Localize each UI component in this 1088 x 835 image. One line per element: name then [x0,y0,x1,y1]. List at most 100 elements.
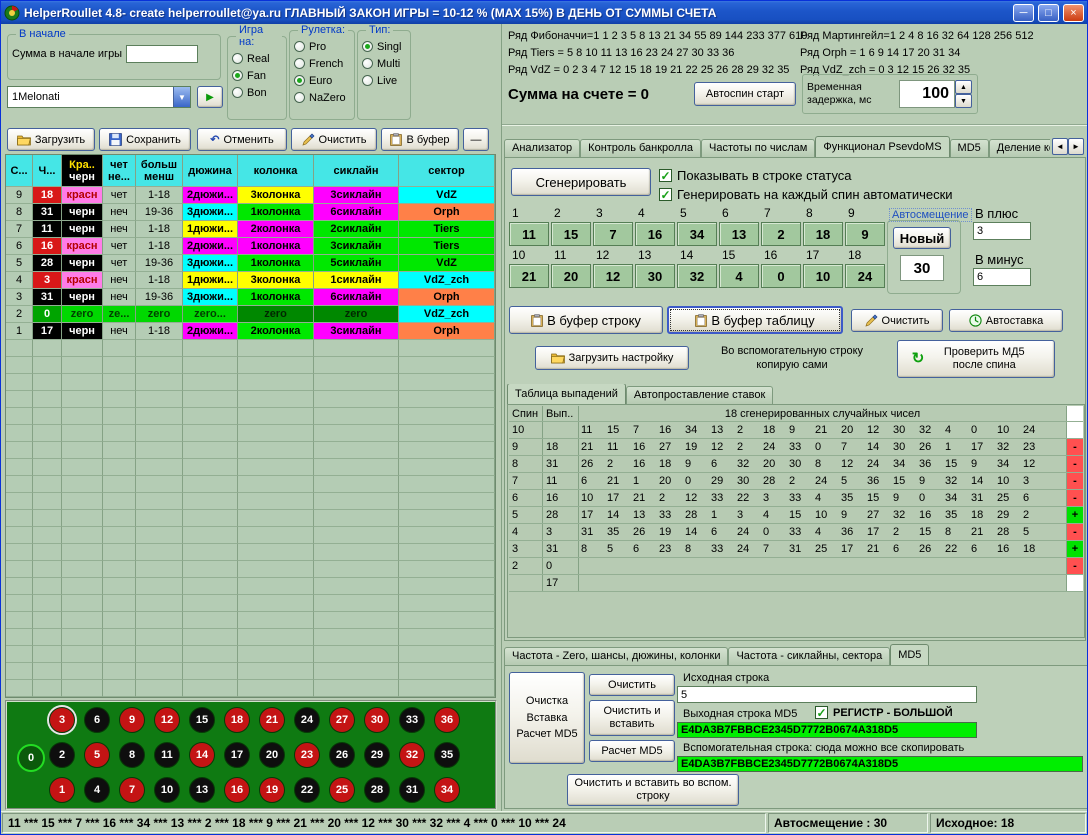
grid-value[interactable]: 24 [845,264,885,288]
history-row[interactable] [6,663,495,680]
board-number-3[interactable]: 3 [49,707,75,733]
history-row[interactable] [6,578,495,595]
close-button[interactable]: × [1063,4,1084,22]
history-row[interactable] [6,459,495,476]
board-number-15[interactable]: 15 [189,707,215,733]
board-number-1[interactable]: 1 [49,777,75,803]
grid-value[interactable]: 15 [551,222,591,246]
board-number-9[interactable]: 9 [119,707,145,733]
grid-value[interactable]: 20 [551,264,591,288]
board-number-4[interactable]: 4 [84,777,110,803]
spin-row[interactable]: 71162112002930282245361593214103- [509,473,1083,490]
board-number-34[interactable]: 34 [434,777,460,803]
grid-value[interactable]: 16 [635,222,675,246]
tab-scroll-right-icon[interactable]: ► [1068,138,1084,155]
board-number-30[interactable]: 30 [364,707,390,733]
history-row[interactable] [6,527,495,544]
radio-option-bon[interactable]: Bon [232,84,282,101]
board-number-20[interactable]: 20 [259,742,285,768]
md5-combo-button[interactable]: Очистка Вставка Расчет MD5 [509,672,585,764]
history-row[interactable] [6,680,495,697]
history-row[interactable] [6,374,495,391]
clear-right-button[interactable]: Очистить [851,309,943,332]
md5-clear-aux-button[interactable]: Очистить и вставить во вспом. строку [567,774,739,806]
clear-button[interactable]: Очистить [291,128,377,151]
spinner-up-icon[interactable]: ▲ [955,80,972,94]
radio-option-live[interactable]: Live [362,72,406,89]
board-number-25[interactable]: 25 [329,777,355,803]
grid-value[interactable]: 21 [509,264,549,288]
history-row[interactable] [6,595,495,612]
history-row[interactable] [6,476,495,493]
grid-value[interactable]: 9 [845,222,885,246]
board-number-14[interactable]: 14 [189,742,215,768]
board-number-13[interactable]: 13 [189,777,215,803]
history-row[interactable]: 43красннеч1-181дюжи...3колонка1сиклайнVd… [6,272,495,289]
chevron-down-icon[interactable]: ▼ [173,87,190,107]
preset-combobox[interactable]: 1Melonati ▼ [7,86,191,108]
spin-row[interactable]: 20- [509,558,1083,575]
radio-option-nazero[interactable]: NaZero [294,89,350,106]
main-tab-3[interactable]: Частоты по числам [701,139,815,157]
history-row[interactable]: 711черннеч1-181дюжи...2колонка2сиклайнTi… [6,221,495,238]
grid-value[interactable]: 2 [761,222,801,246]
load-button[interactable]: Загрузить [7,128,95,151]
spin-row[interactable]: 101115716341321892120123032401024 [509,422,1083,439]
history-row[interactable] [6,561,495,578]
md5-case-checkbox[interactable]: РЕГИСТР - БОЛЬШОЙ [815,706,953,719]
spin-row[interactable]: 17 [509,575,1083,592]
grid-value[interactable]: 34 [677,222,717,246]
undo-button[interactable]: ↶ Отменить [197,128,287,151]
history-row[interactable] [6,629,495,646]
board-number-11[interactable]: 11 [154,742,180,768]
history-row[interactable] [6,391,495,408]
spin-row[interactable]: 43313526191462403343617215821285- [509,524,1083,541]
md5-calc-button[interactable]: Расчет MD5 [589,740,675,762]
board-number-2[interactable]: 2 [49,742,75,768]
history-row[interactable]: 831черннеч19-363дюжи...1колонка6сиклайнO… [6,204,495,221]
check-md5-after-spin-button[interactable]: ↻ Проверить МД5 после спина [897,340,1055,378]
grid-value[interactable]: 32 [677,264,717,288]
delay-value[interactable]: 100 [899,80,955,108]
history-column-header[interactable]: Кра..черн [62,155,103,187]
auto-generate-checkbox[interactable]: Генерировать на каждый спин автоматическ… [659,187,953,202]
start-sum-input[interactable] [126,45,198,63]
board-number-29[interactable]: 29 [364,742,390,768]
board-number-22[interactable]: 22 [294,777,320,803]
spinner-down-icon[interactable]: ▼ [955,94,972,108]
board-number-6[interactable]: 6 [84,707,110,733]
autospin-start-button[interactable]: Автоспин старт [694,82,796,106]
grid-value[interactable]: 18 [803,222,843,246]
board-number-24[interactable]: 24 [294,707,320,733]
board-number-18[interactable]: 18 [224,707,250,733]
spin-row[interactable]: 5281714133328134151092732163518292+ [509,507,1083,524]
board-number-26[interactable]: 26 [329,742,355,768]
grid-value[interactable]: 12 [593,264,633,288]
radio-option-multi[interactable]: Multi [362,55,406,72]
maximize-button[interactable]: □ [1038,4,1059,22]
md5-clear-button[interactable]: Очистить [589,674,675,696]
history-column-header[interactable]: С... [6,155,33,187]
board-number-19[interactable]: 19 [259,777,285,803]
minus-input[interactable] [973,268,1031,286]
history-column-header[interactable]: сектор [399,155,495,187]
main-tab-5[interactable]: MD5 [950,139,989,157]
load-settings-button[interactable]: Загрузить настройку [535,346,689,370]
grid-value[interactable]: 11 [509,222,549,246]
history-row[interactable] [6,493,495,510]
md5-clear-paste-button[interactable]: Очистить и вставить [589,700,675,736]
board-number-17[interactable]: 17 [224,742,250,768]
radio-option-singl[interactable]: Singl [362,38,406,55]
to-buffer-button[interactable]: В буфер [381,128,459,151]
collapse-button[interactable]: — [463,128,489,151]
tab-scroll-left-icon[interactable]: ◄ [1052,138,1068,155]
autoshift-value[interactable]: 30 [900,255,944,281]
history-column-header[interactable]: Ч... [33,155,62,187]
grid-value[interactable]: 30 [635,264,675,288]
board-number-32[interactable]: 32 [399,742,425,768]
buffer-row-button[interactable]: В буфер строку [509,306,663,334]
board-number-7[interactable]: 7 [119,777,145,803]
frequency-tab-1[interactable]: Частота - Zero, шансы, дюжины, колонки [504,647,728,665]
md5-source-input[interactable] [677,686,977,703]
radio-option-euro[interactable]: Euro [294,72,350,89]
